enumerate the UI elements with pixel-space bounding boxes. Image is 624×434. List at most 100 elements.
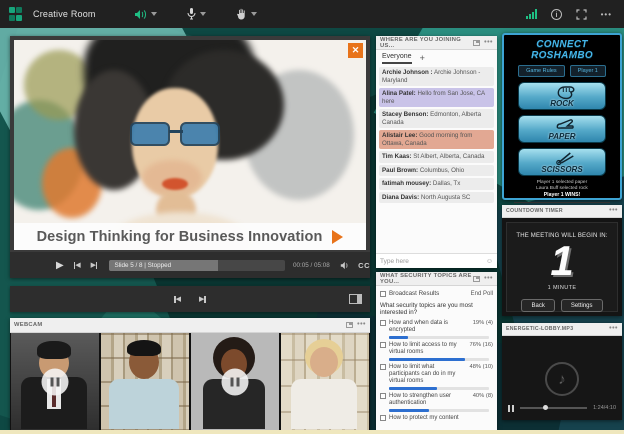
poll-result-bar [389,387,489,390]
countdown-body: THE MEETING WILL BEGIN IN: 1 1 MINUTE Ba… [506,222,618,312]
slide-progress-label: Slide 5 / 8 | Stopped [114,262,171,269]
speaker-icon [134,9,147,20]
emoji-icon[interactable]: ☺ [486,258,493,265]
portrait-lips [162,178,188,190]
expand-pod-icon[interactable] [346,322,353,328]
player-button[interactable]: Player 1 [570,65,606,77]
next-slide-button[interactable]: ▶ [91,262,98,269]
pod-menu-icon[interactable]: ••• [484,41,493,45]
broadcast-results-label: Broadcast Results [389,290,439,297]
pause-button[interactable] [508,405,514,412]
slide-canvas: ✕ Design Thinking for Business Innovatio… [14,40,366,250]
close-icon[interactable]: ✕ [348,43,363,58]
presentation-pod: ✕ Design Thinking for Business Innovatio… [10,36,370,278]
microphone-control[interactable] [187,8,206,20]
poll-option-checkbox[interactable] [380,364,386,370]
slide-progress-fill: Slide 5 / 8 | Stopped [109,260,218,271]
countdown-number: 1 [507,239,617,283]
webcam-pod: WEBCAM ••• [10,318,370,430]
chat-tabs: Everyone + [376,50,497,64]
poll-pod-title: WHAT SECURITY TOPICS ARE YOU... [380,273,473,285]
expand-pod-icon[interactable] [473,276,480,282]
countdown-unit: 1 MINUTE [507,285,617,291]
webcam-tile[interactable] [191,333,279,430]
svg-text:i: i [555,12,557,19]
chat-pod: WHERE ARE YOU JOINING US... ••• Everyone… [376,36,497,268]
paper-button[interactable]: PAPER [518,115,606,143]
poll-option-checkbox[interactable] [380,320,386,326]
poll-option-result: 76% (16) [469,342,493,348]
portrait-glasses [130,122,224,148]
countdown-pod-title: COUNTDOWN TIMER [506,208,563,214]
poll-option-result: 19% (4) [473,320,493,326]
nav-previous-button[interactable]: ◀ [174,296,181,303]
scissors-button[interactable]: SCISSORS [518,148,606,176]
poll-option-label: How and when data is encrypted [389,320,470,334]
poll-pod-header: WHAT SECURITY TOPICS ARE YOU... ••• [376,272,497,286]
bottom-accent-strip [0,430,624,434]
roshambo-game-pod: CONNECT ROSHAMBO Game Rules Player 1 ROC… [502,33,622,200]
chat-message: fatimah mousey: Dallas, Tx [379,178,494,190]
pause-overlay-icon [222,368,249,395]
countdown-pod-header: COUNTDOWN TIMER ••• [502,205,622,218]
closed-captions-button[interactable]: CC [358,261,370,270]
chevron-down-icon [200,12,206,16]
pod-menu-icon[interactable]: ••• [609,209,618,213]
end-poll-link[interactable]: End Poll [471,291,493,297]
help-icon[interactable]: i [551,9,562,20]
audio-pod-header: ENERGETIC-LOBBY.MP3 ••• [502,323,622,336]
webcam-tile[interactable] [281,333,369,430]
nav-next-button[interactable]: ▶ [199,296,206,303]
tab-everyone[interactable]: Everyone [382,53,412,64]
music-note-icon: ♪ [558,371,566,388]
chat-message: Stacey Benson: Edmonton, Alberta Canada [379,109,494,128]
chevron-down-icon [251,12,257,16]
game-title: CONNECT ROSHAMBO [504,39,620,61]
slide-progress-bar[interactable]: Slide 5 / 8 | Stopped [109,260,284,271]
chat-input-placeholder: Type here [380,258,486,265]
game-rules-button[interactable]: Game Rules [518,65,565,77]
poll-result-bar [389,358,489,361]
chat-message: Archie Johnson : Archie Johnson - Maryla… [379,67,494,86]
game-result-text: Player 1 selected paper Laura Buff selec… [504,180,620,198]
pod-menu-icon[interactable]: ••• [609,327,618,331]
raise-hand-icon [236,8,247,20]
poll-option-checkbox[interactable] [380,342,386,348]
play-arrow-icon[interactable] [332,230,343,244]
broadcast-results-checkbox[interactable] [380,291,386,297]
back-button[interactable]: Back [521,299,554,312]
audio-progress-bar[interactable] [520,407,587,409]
slide-title: Design Thinking for Business Innovation [37,229,323,245]
settings-button[interactable]: Settings [561,299,603,312]
chat-message-list: Archie Johnson : Archie Johnson - Maryla… [376,64,497,253]
previous-slide-button[interactable]: ◀ [74,262,81,269]
chat-input[interactable]: Type here ☺ [376,253,497,268]
poll-option-checkbox[interactable] [380,415,386,421]
connection-status-icon[interactable] [526,9,537,19]
raise-hand-control[interactable] [236,8,257,20]
pod-menu-icon[interactable]: ••• [484,277,493,281]
countdown-pod: COUNTDOWN TIMER ••• THE MEETING WILL BEG… [502,205,622,316]
chat-message: Alina Patel: Hello from San Jose, CA her… [379,88,494,107]
layout-panel-toggle-icon[interactable] [349,294,362,304]
fullscreen-icon[interactable] [576,9,587,20]
chat-message: Alistair Lee: Good morning from Ottawa, … [379,130,494,149]
volume-icon[interactable] [340,261,350,270]
audio-progress-thumb[interactable] [543,405,548,410]
poll-result-bar [389,336,489,339]
pod-menu-icon[interactable]: ••• [357,323,366,327]
speaker-control[interactable] [134,9,157,20]
webcam-tile[interactable] [11,333,99,430]
overflow-menu-icon[interactable]: ••• [601,10,612,19]
pod-navigation-strip: ◀ ▶ [10,286,370,312]
add-chat-tab-icon[interactable]: + [420,55,425,62]
poll-option-checkbox[interactable] [380,393,386,399]
webcam-tile[interactable] [101,333,189,430]
rock-button[interactable]: ROCK [518,82,606,110]
pause-overlay-icon [42,368,69,395]
play-button[interactable]: ▶ [56,260,64,271]
top-menu-bar: Creative Room [0,0,624,28]
chat-pod-header: WHERE ARE YOU JOINING US... ••• [376,36,497,50]
adobe-connect-logo-icon [9,7,23,21]
expand-pod-icon[interactable] [473,40,480,46]
